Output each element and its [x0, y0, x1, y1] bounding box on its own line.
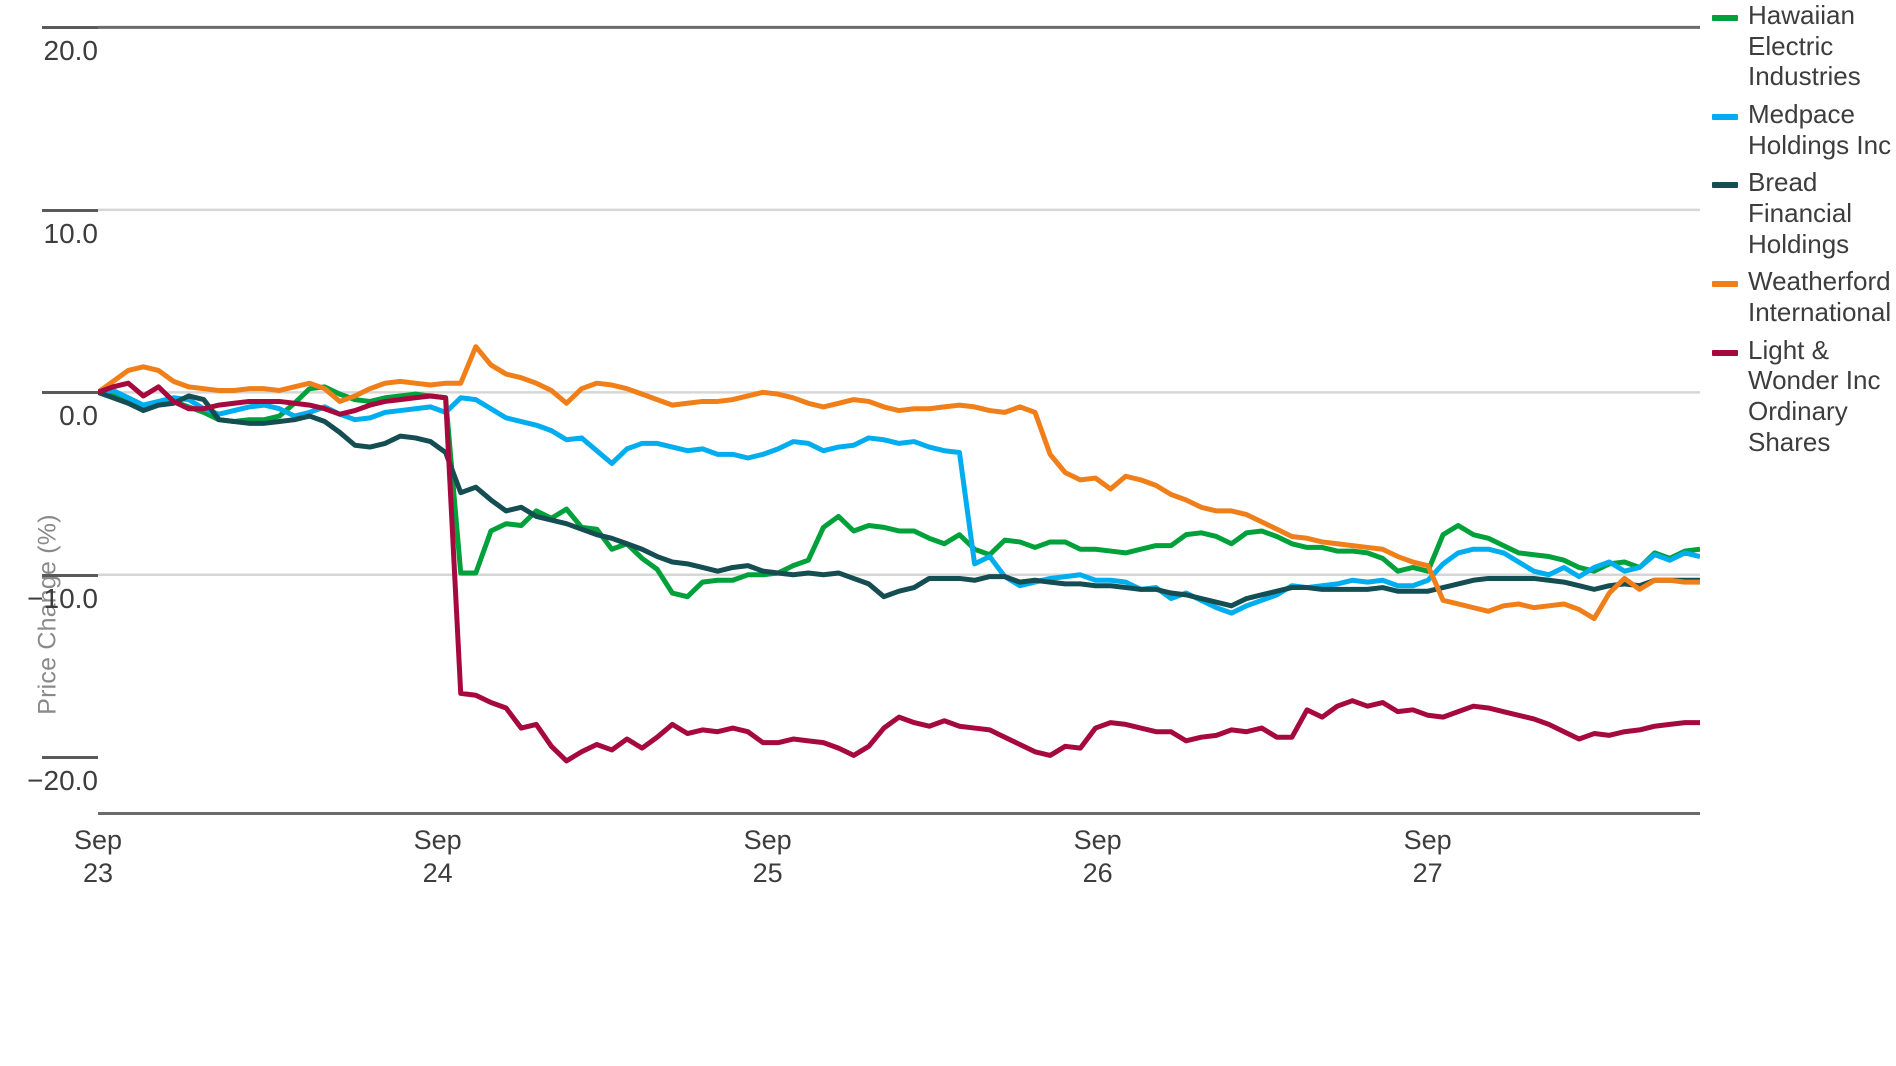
legend-color-swatch-icon: [1712, 182, 1738, 189]
legend-color-swatch-icon: [1712, 114, 1738, 121]
x-tick-day: 24: [422, 857, 453, 888]
series-line: [98, 384, 1700, 600]
x-tick-label: Sep 27: [1348, 824, 1508, 890]
y-tick-label: −10.0: [27, 582, 98, 614]
legend-color-swatch-icon: [1712, 349, 1738, 356]
legend-item[interactable]: Light & Wonder Inc Ordinary Shares: [1712, 335, 1896, 458]
legend: Hawaiian Electric Industries Medpace Hold…: [1712, 0, 1896, 464]
gridlines: [98, 25, 1700, 577]
y-tick-mark: [42, 391, 98, 395]
legend-label: Medpace Holdings Inc: [1748, 99, 1892, 160]
x-tick-day: 26: [1082, 857, 1113, 888]
chart-root: Price Change (%) 20.0 10.0 0.0 −10.0 −20.0 S…: [0, 0, 1896, 1066]
x-tick-label: Sep 25: [688, 824, 848, 890]
legend-item[interactable]: Weatherford International: [1712, 266, 1896, 327]
x-tick-month: Sep: [413, 825, 462, 855]
x-tick-month: Sep: [1403, 825, 1452, 855]
series-line: [98, 380, 1700, 764]
y-tick-label: −20.0: [27, 765, 98, 797]
y-tick-mark: [42, 208, 98, 212]
legend-color-swatch-icon: [1712, 281, 1738, 288]
plot-area: [98, 0, 1700, 812]
x-axis-line: [98, 812, 1700, 815]
series-line: [98, 344, 1700, 622]
legend-item[interactable]: Hawaiian Electric Industries: [1712, 0, 1896, 92]
legend-label: Bread Financial Holdings: [1748, 167, 1853, 259]
legend-label: Hawaiian Electric Industries: [1748, 0, 1861, 92]
y-tick-mark: [42, 756, 98, 760]
legend-item[interactable]: Medpace Holdings Inc: [1712, 99, 1896, 160]
x-tick-label: Sep 24: [358, 824, 518, 890]
x-tick-day: 27: [1412, 857, 1443, 888]
legend-item[interactable]: Bread Financial Holdings: [1712, 167, 1896, 259]
series-lines: [98, 344, 1700, 764]
legend-color-swatch-icon: [1712, 15, 1738, 21]
x-tick-month: Sep: [743, 825, 792, 855]
y-tick-mark: [42, 573, 98, 577]
x-tick-label: Sep 26: [1018, 824, 1178, 890]
legend-label: Light & Wonder Inc Ordinary Shares: [1748, 334, 1881, 457]
y-tick-label: 20.0: [43, 35, 99, 67]
x-tick-day: 25: [752, 857, 783, 888]
series-line: [98, 387, 1700, 616]
y-tick-label: 0.0: [59, 400, 98, 432]
line-chart-svg: [98, 25, 1700, 764]
x-tick-month: Sep: [73, 825, 123, 855]
x-tick-day: 23: [82, 857, 114, 888]
legend-label: Weatherford International: [1748, 266, 1892, 328]
y-tick-label: 10.0: [43, 217, 99, 249]
x-tick-label: Sep 23: [18, 824, 178, 890]
y-tick-mark: [42, 26, 98, 30]
x-tick-month: Sep: [1073, 825, 1122, 855]
